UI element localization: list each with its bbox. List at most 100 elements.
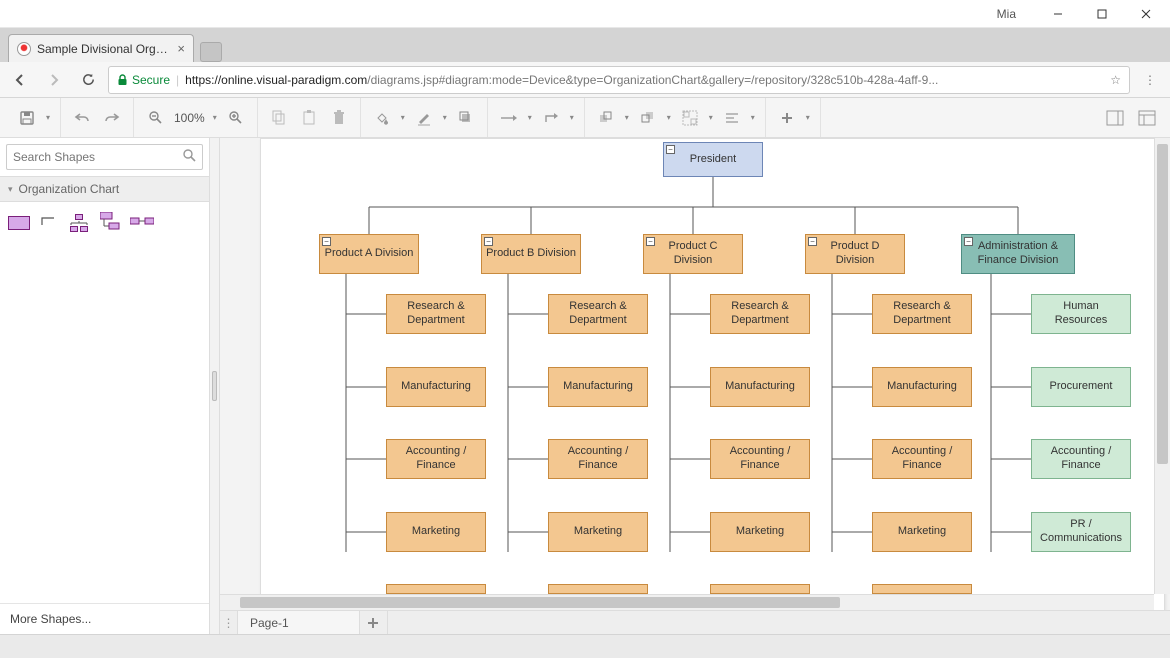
shape-side-branch[interactable] — [130, 215, 154, 230]
align-dropdown-icon[interactable]: ▾ — [749, 113, 757, 122]
node-b-more[interactable] — [548, 584, 648, 594]
to-front-button[interactable] — [593, 105, 619, 131]
shape-unit[interactable] — [8, 216, 30, 230]
save-dropdown-icon[interactable]: ▾ — [44, 113, 52, 122]
window-titlebar: Mia — [0, 0, 1170, 28]
copy-button[interactable] — [266, 105, 292, 131]
tab-title: Sample Divisional Organ... — [37, 42, 171, 56]
node-label: Manufacturing — [887, 380, 957, 394]
node-admin-hr[interactable]: Human Resources — [1031, 294, 1131, 334]
horizontal-scrollbar[interactable] — [220, 594, 1154, 610]
node-b-research[interactable]: Research & Department — [548, 294, 648, 334]
node-a-manufacturing[interactable]: Manufacturing — [386, 367, 486, 407]
node-b-accounting[interactable]: Accounting / Finance — [548, 439, 648, 479]
node-admin-pr[interactable]: PR / Communications — [1031, 512, 1131, 552]
fill-dropdown-icon[interactable]: ▾ — [399, 113, 407, 122]
connector-elbow-dropdown-icon[interactable]: ▾ — [568, 113, 576, 122]
page-tab-1[interactable]: Page-1 — [238, 611, 360, 634]
fill-color-button[interactable] — [369, 105, 395, 131]
window-close-button[interactable] — [1124, 1, 1168, 27]
delete-button[interactable] — [326, 105, 352, 131]
group-button[interactable] — [677, 105, 703, 131]
node-c-research[interactable]: Research & Department — [710, 294, 810, 334]
app-body: ▾ Organization Chart More Shapes... — [0, 138, 1170, 634]
shape-elbow-connector[interactable] — [40, 214, 58, 231]
bookmark-star-icon[interactable]: ☆ — [1110, 73, 1121, 87]
window-minimize-button[interactable] — [1036, 1, 1080, 27]
node-b-marketing[interactable]: Marketing — [548, 512, 648, 552]
zoom-out-button[interactable] — [142, 105, 168, 131]
nav-back-button[interactable] — [6, 66, 34, 94]
node-label: Research & Department — [391, 300, 481, 328]
page-tabs-menu-button[interactable]: ⋮ — [220, 611, 238, 634]
connector-straight-button[interactable] — [496, 105, 522, 131]
node-c-more[interactable] — [710, 584, 810, 594]
add-dropdown-icon[interactable]: ▾ — [804, 113, 812, 122]
lock-icon — [117, 74, 128, 86]
line-dropdown-icon[interactable]: ▾ — [441, 113, 449, 122]
paste-button[interactable] — [296, 105, 322, 131]
node-b-manufacturing[interactable]: Manufacturing — [548, 367, 648, 407]
shape-org-tree[interactable] — [68, 214, 90, 232]
canvas[interactable]: − President − Product A Division − Produ… — [220, 138, 1170, 610]
undo-button[interactable] — [69, 105, 95, 131]
node-a-research[interactable]: Research & Department — [386, 294, 486, 334]
node-a-marketing[interactable]: Marketing — [386, 512, 486, 552]
node-d-marketing[interactable]: Marketing — [872, 512, 972, 552]
new-tab-button[interactable] — [200, 42, 222, 62]
add-page-button[interactable] — [360, 611, 388, 634]
node-label: Accounting / Finance — [715, 445, 805, 473]
to-front-dropdown-icon[interactable]: ▾ — [623, 113, 631, 122]
search-shapes-input[interactable] — [13, 150, 177, 164]
line-color-button[interactable] — [411, 105, 437, 131]
sidebar-resize-handle[interactable] — [210, 138, 220, 634]
shape-search — [0, 138, 209, 176]
node-d-research[interactable]: Research & Department — [872, 294, 972, 334]
outline-panel-button[interactable] — [1134, 105, 1160, 131]
node-label: Research & Department — [715, 300, 805, 328]
browser-tab[interactable]: Sample Divisional Organ... × — [8, 34, 194, 62]
zoom-level[interactable]: 100% — [172, 111, 207, 125]
node-a-accounting[interactable]: Accounting / Finance — [386, 439, 486, 479]
paper[interactable]: − President − Product A Division − Produ… — [260, 138, 1165, 610]
more-shapes-button[interactable]: More Shapes... — [0, 603, 209, 634]
connector-straight-dropdown-icon[interactable]: ▾ — [526, 113, 534, 122]
node-d-more[interactable] — [872, 584, 972, 594]
save-button[interactable] — [14, 105, 40, 131]
node-label: Research & Department — [553, 300, 643, 328]
to-back-button[interactable] — [635, 105, 661, 131]
window-maximize-button[interactable] — [1080, 1, 1124, 27]
node-d-manufacturing[interactable]: Manufacturing — [872, 367, 972, 407]
group-dropdown-icon[interactable]: ▾ — [707, 113, 715, 122]
node-label: Accounting / Finance — [391, 445, 481, 473]
format-panel-button[interactable] — [1102, 105, 1128, 131]
zoom-in-button[interactable] — [223, 105, 249, 131]
node-c-marketing[interactable]: Marketing — [710, 512, 810, 552]
tab-close-icon[interactable]: × — [177, 41, 185, 56]
node-a-more[interactable] — [386, 584, 486, 594]
search-icon[interactable] — [183, 149, 196, 165]
node-c-accounting[interactable]: Accounting / Finance — [710, 439, 810, 479]
connector-elbow-button[interactable] — [538, 105, 564, 131]
vertical-scrollbar[interactable] — [1154, 138, 1170, 594]
zoom-dropdown-icon[interactable]: ▾ — [211, 113, 219, 122]
palette-header[interactable]: ▾ Organization Chart — [0, 176, 209, 202]
redo-button[interactable] — [99, 105, 125, 131]
node-label: Manufacturing — [725, 380, 795, 394]
omnibox[interactable]: Secure | https://online.visual-paradigm.… — [108, 66, 1130, 94]
node-d-accounting[interactable]: Accounting / Finance — [872, 439, 972, 479]
node-admin-accounting[interactable]: Accounting / Finance — [1031, 439, 1131, 479]
add-button[interactable] — [774, 105, 800, 131]
shadow-button[interactable] — [453, 105, 479, 131]
nav-reload-button[interactable] — [74, 66, 102, 94]
node-admin-procurement[interactable]: Procurement — [1031, 367, 1131, 407]
browser-menu-button[interactable]: ⋮ — [1136, 66, 1164, 94]
secure-indicator: Secure — [117, 73, 170, 87]
align-button[interactable] — [719, 105, 745, 131]
page-tabs: ⋮ Page-1 — [220, 610, 1170, 634]
shape-vertical-branch[interactable] — [100, 212, 120, 233]
node-c-manufacturing[interactable]: Manufacturing — [710, 367, 810, 407]
nav-forward-button[interactable] — [40, 66, 68, 94]
to-back-dropdown-icon[interactable]: ▾ — [665, 113, 673, 122]
node-label: Accounting / Finance — [877, 445, 967, 473]
